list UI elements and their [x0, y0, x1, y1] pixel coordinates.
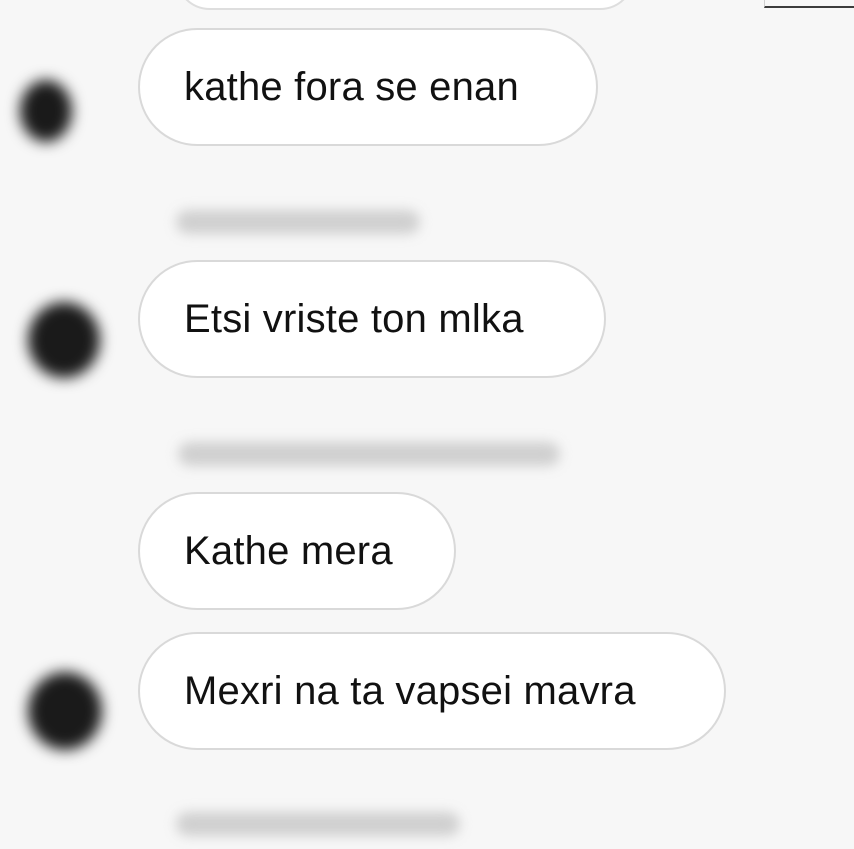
message-bubble-outgoing-edge	[764, 0, 854, 8]
sender-avatar[interactable]	[28, 672, 102, 750]
sender-username	[176, 210, 420, 234]
chat-thread: kathe fora se enan Etsi vriste ton mlka …	[0, 0, 854, 849]
message-text: Mexri na ta vapsei mavra	[184, 668, 636, 713]
message-bubble[interactable]: Etsi vriste ton mlka	[138, 260, 606, 378]
message-text: kathe fora se enan	[184, 64, 519, 109]
sender-avatar[interactable]	[20, 80, 72, 142]
message-bubble[interactable]: kathe fora se enan	[138, 28, 598, 146]
sender-username	[178, 442, 560, 466]
message-bubble[interactable]: Mexri na ta vapsei mavra	[138, 632, 726, 750]
message-text: Etsi vriste ton mlka	[184, 296, 524, 341]
message-text: Kathe mera	[184, 528, 393, 573]
message-bubble-previous	[175, 0, 635, 10]
sender-avatar[interactable]	[28, 302, 100, 378]
sender-username	[176, 812, 460, 836]
message-bubble[interactable]: Kathe mera	[138, 492, 456, 610]
